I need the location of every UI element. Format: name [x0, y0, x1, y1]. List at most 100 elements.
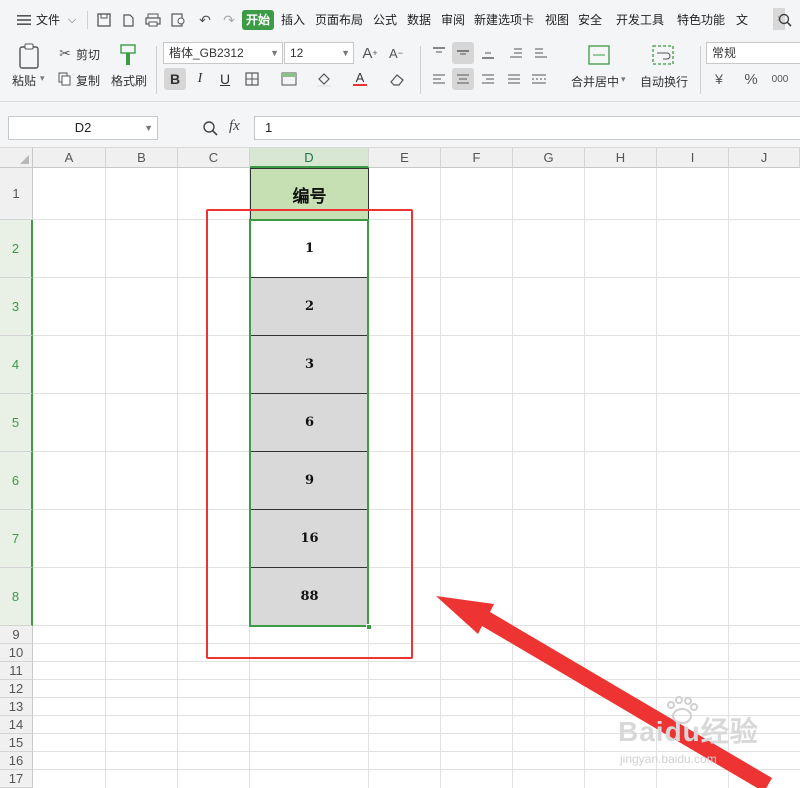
number-format-dropdown[interactable]: 常规 [706, 42, 800, 64]
column-header-h[interactable]: H [585, 148, 657, 168]
align-left-icon[interactable] [428, 68, 450, 90]
distributed-icon[interactable] [528, 68, 550, 90]
align-bottom-icon[interactable] [477, 42, 499, 64]
row-header-2[interactable]: 2 [0, 220, 33, 278]
align-center-icon[interactable] [452, 68, 474, 90]
row-header-5[interactable]: 5 [0, 394, 33, 452]
cut-button[interactable]: 剪切 [76, 46, 100, 63]
align-middle-icon[interactable] [452, 42, 474, 64]
wrap-text-icon[interactable] [650, 42, 676, 68]
row-header-11[interactable]: 11 [0, 662, 33, 680]
header-cell-d1[interactable]: 编号 [250, 168, 369, 220]
formula-input[interactable]: 1 [254, 116, 800, 140]
row-header-9[interactable]: 9 [0, 626, 33, 644]
column-header-a[interactable]: A [33, 148, 106, 168]
underline-button[interactable]: U [214, 68, 236, 90]
borders-icon[interactable] [241, 68, 263, 90]
column-header-g[interactable]: G [513, 148, 585, 168]
data-cell-d6[interactable]: 9 [250, 452, 369, 510]
row-header-6[interactable]: 6 [0, 452, 33, 510]
comma-style-icon[interactable]: 000 [768, 68, 792, 90]
column-header-j[interactable]: J [729, 148, 800, 168]
column-header-c[interactable]: C [178, 148, 250, 168]
row-header-15[interactable]: 15 [0, 734, 33, 752]
data-cell-d4[interactable]: 3 [250, 336, 369, 394]
justify-icon[interactable] [503, 68, 525, 90]
font-color-icon[interactable]: A [349, 68, 371, 90]
tab-special-features[interactable]: 特色功能 [677, 10, 725, 30]
tab-new-tab[interactable]: 新建选项卡 [474, 10, 534, 30]
column-header-i[interactable]: I [657, 148, 729, 168]
column-header-d[interactable]: D [250, 148, 369, 168]
row-header-3[interactable]: 3 [0, 278, 33, 336]
tab-overflow[interactable]: 文 [736, 10, 748, 30]
tab-data[interactable]: 数据 [407, 10, 431, 30]
wrap-text-button[interactable]: 自动换行 [640, 73, 688, 90]
save-icon[interactable] [94, 10, 114, 30]
merge-center-icon[interactable] [586, 42, 612, 68]
paste-dropdown-icon[interactable]: ▾ [40, 73, 45, 84]
decrease-font-size-icon[interactable]: A − [386, 42, 406, 64]
bold-button[interactable]: B [164, 68, 186, 90]
decrease-indent-icon[interactable] [505, 42, 527, 64]
undo-icon[interactable]: ↶ [195, 10, 215, 30]
redo-icon[interactable]: ↷ [219, 10, 239, 30]
row-header-1[interactable]: 1 [0, 168, 33, 220]
row-header-12[interactable]: 12 [0, 680, 33, 698]
font-name-dropdown[interactable]: 楷体_GB2312 ▼ [163, 42, 283, 64]
fill-handle[interactable] [366, 624, 372, 630]
row-header-8[interactable]: 8 [0, 568, 33, 626]
merge-center-button[interactable]: 合并居中 [571, 73, 619, 90]
align-right-icon[interactable] [477, 68, 499, 90]
paste-button[interactable]: 粘贴 [12, 72, 36, 89]
column-header-b[interactable]: B [106, 148, 178, 168]
chevron-down-icon[interactable]: ▾ [621, 74, 626, 85]
row-header-7[interactable]: 7 [0, 510, 33, 568]
italic-button[interactable]: I [189, 68, 211, 90]
increase-font-size-icon[interactable]: A + [360, 42, 380, 64]
fx-icon[interactable]: fx [229, 118, 240, 135]
align-top-icon[interactable] [428, 42, 450, 64]
tab-security[interactable]: 安全 [578, 10, 602, 30]
select-all-corner[interactable] [0, 148, 33, 168]
row-header-14[interactable]: 14 [0, 716, 33, 734]
data-cell-d2[interactable]: 1 [250, 220, 369, 278]
tab-page-layout[interactable]: 页面布局 [315, 10, 363, 30]
column-header-f[interactable]: F [441, 148, 513, 168]
row-header-13[interactable]: 13 [0, 698, 33, 716]
cell-style-icon[interactable] [278, 68, 300, 90]
copy-button[interactable]: 复制 [76, 72, 100, 89]
data-cell-d8[interactable]: 88 [250, 568, 369, 626]
name-box[interactable]: D2 ▼ [8, 116, 158, 140]
fill-color-icon[interactable] [313, 68, 335, 90]
tab-formulas[interactable]: 公式 [373, 10, 397, 30]
data-cell-d5[interactable]: 6 [250, 394, 369, 452]
search-icon[interactable] [774, 10, 796, 30]
copy-icon[interactable] [56, 70, 74, 88]
tab-home[interactable]: 开始 [242, 10, 275, 30]
font-size-dropdown[interactable]: 12 ▼ [284, 42, 354, 64]
clear-format-icon[interactable] [386, 68, 408, 90]
zoom-search-icon[interactable] [200, 118, 220, 138]
chevron-down-icon[interactable]: ⌵ [62, 10, 82, 30]
percent-icon[interactable]: % [740, 68, 762, 90]
file-menu[interactable]: 文件 [36, 10, 60, 30]
data-cell-d3[interactable]: 2 [250, 278, 369, 336]
paste-icon[interactable] [14, 42, 44, 70]
print-preview-icon[interactable] [169, 10, 189, 30]
currency-icon[interactable]: ¥ [708, 68, 730, 90]
print-icon[interactable] [143, 10, 163, 30]
column-header-e[interactable]: E [369, 148, 441, 168]
menu-hamburger-icon[interactable] [14, 10, 34, 30]
increase-indent-icon[interactable] [530, 42, 552, 64]
format-painter-button[interactable]: 格式刷 [111, 72, 147, 89]
tab-review[interactable]: 审阅 [441, 10, 465, 30]
tab-view[interactable]: 视图 [545, 10, 569, 30]
row-header-10[interactable]: 10 [0, 644, 33, 662]
tab-developer[interactable]: 开发工具 [616, 10, 664, 30]
row-header-16[interactable]: 16 [0, 752, 33, 770]
format-painter-icon[interactable] [114, 42, 142, 70]
export-pdf-icon[interactable] [118, 10, 138, 30]
row-header-4[interactable]: 4 [0, 336, 33, 394]
cut-icon[interactable]: ✂ [56, 44, 74, 62]
